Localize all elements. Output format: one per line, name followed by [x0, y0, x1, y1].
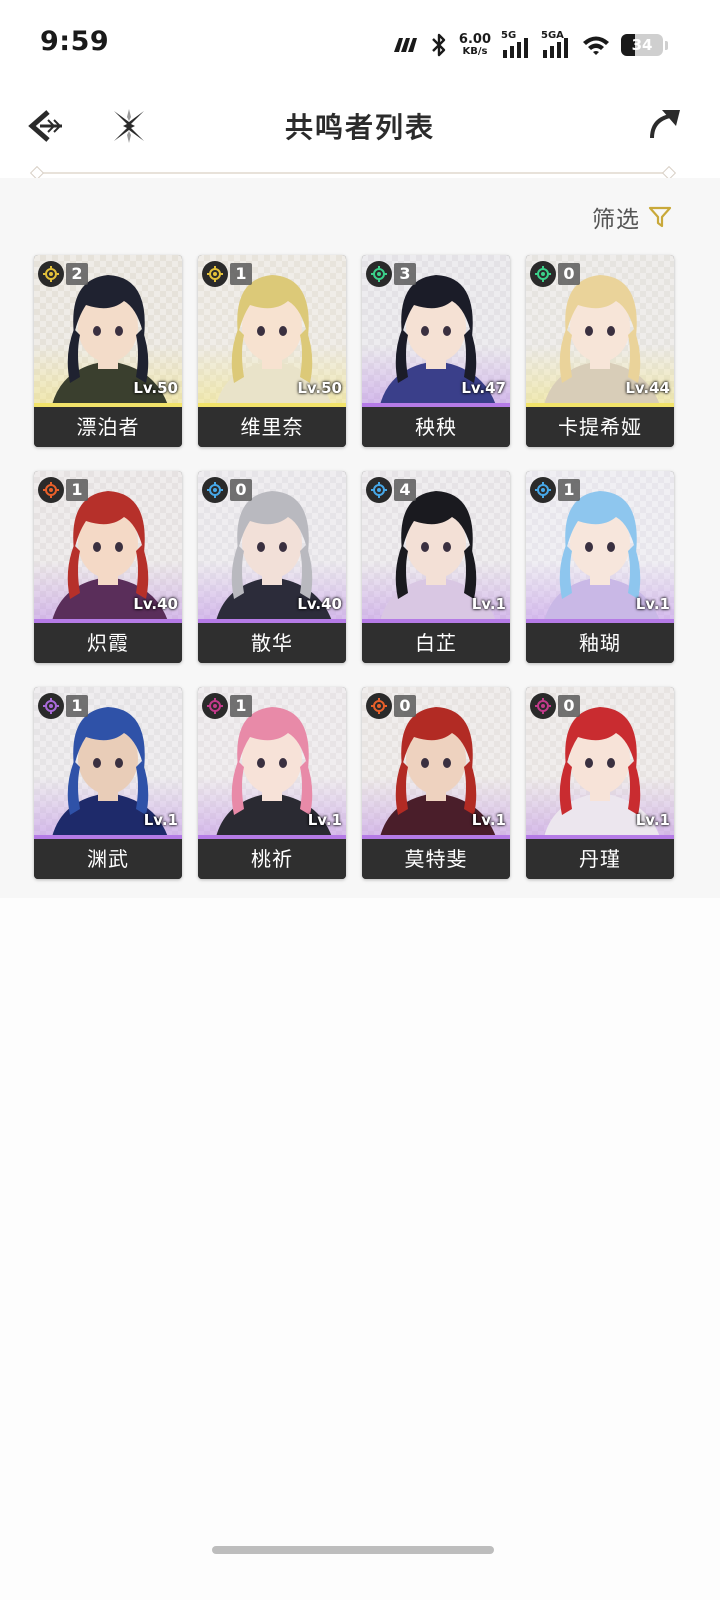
glacio-element-icon [202, 477, 228, 503]
havoc-element-icon [202, 693, 228, 719]
signal-icon: 5GA [541, 30, 571, 60]
status-icons: 6.00 KB/s 5G 5GA 34 [391, 28, 668, 62]
filter-label: 筛选 [592, 207, 640, 233]
character-name: 桃祈 [198, 839, 346, 879]
carrier-icon [393, 38, 417, 52]
spectro-element-icon [202, 261, 228, 287]
resonator-card[interactable]: 3 Lv.47 秧秧 [362, 255, 510, 447]
level-label: Lv.50 [297, 379, 342, 397]
level-label: Lv.1 [635, 595, 670, 613]
network-speed-unit: KB/s [462, 46, 488, 57]
sequence-badge: 1 [558, 479, 580, 501]
sequence-badge: 0 [230, 479, 252, 501]
home-indicator[interactable] [212, 1546, 494, 1554]
share-arrow-icon[interactable] [646, 106, 682, 142]
header-divider [36, 172, 670, 174]
glacio-element-icon [530, 477, 556, 503]
battery-level: 34 [631, 36, 653, 54]
network-speed-value: 6.00 [458, 32, 491, 47]
resonator-list-panel: 筛选 2 Lv.50 漂泊者 1 Lv.50 维里奈 3 Lv.47 秧秧 0 … [0, 178, 720, 898]
resonator-card[interactable]: 2 Lv.50 漂泊者 [34, 255, 182, 447]
level-label: Lv.1 [307, 811, 342, 829]
resonator-card[interactable]: 0 Lv.1 丹瑾 [526, 687, 674, 879]
sequence-badge: 0 [558, 263, 580, 285]
sequence-badge: 2 [66, 263, 88, 285]
aero-element-icon [530, 261, 556, 287]
spectro-element-icon [38, 261, 64, 287]
resonator-card[interactable]: 1 Lv.50 维里奈 [198, 255, 346, 447]
character-name: 秧秧 [362, 407, 510, 447]
level-label: Lv.40 [133, 595, 178, 613]
character-name: 釉瑚 [526, 623, 674, 663]
header: 共鸣者列表 [0, 90, 720, 178]
resonator-card[interactable]: 0 Lv.1 莫特斐 [362, 687, 510, 879]
level-label: Lv.44 [625, 379, 670, 397]
character-name: 漂泊者 [34, 407, 182, 447]
character-name: 莫特斐 [362, 839, 510, 879]
network-speed: 6.00 KB/s [459, 33, 491, 57]
sequence-badge: 4 [394, 479, 416, 501]
status-bar: 9:59 6.00 KB/s 5G 5GA 34 [0, 0, 720, 90]
sequence-badge: 0 [394, 695, 416, 717]
page-title: 共鸣者列表 [284, 111, 435, 144]
sequence-badge: 1 [66, 695, 88, 717]
electro-element-icon [38, 693, 64, 719]
character-name: 白芷 [362, 623, 510, 663]
level-label: Lv.1 [635, 811, 670, 829]
sequence-badge: 3 [394, 263, 416, 285]
character-name: 炽霞 [34, 623, 182, 663]
sequence-badge: 1 [66, 479, 88, 501]
level-label: Lv.1 [471, 595, 506, 613]
resonator-grid: 2 Lv.50 漂泊者 1 Lv.50 维里奈 3 Lv.47 秧秧 0 Lv.… [34, 255, 674, 879]
resonator-card[interactable]: 0 Lv.40 散华 [198, 471, 346, 663]
sequence-badge: 1 [230, 263, 252, 285]
aero-element-icon [366, 261, 392, 287]
level-label: Lv.50 [133, 379, 178, 397]
character-name: 散华 [198, 623, 346, 663]
resonator-card[interactable]: 0 Lv.44 卡提希娅 [526, 255, 674, 447]
filter-funnel-icon [648, 206, 672, 228]
fusion-element-icon [366, 693, 392, 719]
wifi-icon [583, 36, 609, 55]
battery-icon: 34 [621, 34, 663, 56]
character-name: 维里奈 [198, 407, 346, 447]
character-name: 渊武 [34, 839, 182, 879]
level-label: Lv.47 [461, 379, 506, 397]
havoc-element-icon [530, 693, 556, 719]
level-label: Lv.1 [143, 811, 178, 829]
filter-button[interactable]: 筛选 [592, 200, 672, 234]
bluetooth-icon [432, 33, 446, 57]
resonator-card[interactable]: 4 Lv.1 白芷 [362, 471, 510, 663]
sequence-badge: 1 [230, 695, 252, 717]
fusion-element-icon [38, 477, 64, 503]
signal-icon: 5G [501, 30, 531, 60]
resonator-card[interactable]: 1 Lv.40 炽霞 [34, 471, 182, 663]
level-label: Lv.1 [471, 811, 506, 829]
status-time: 9:59 [40, 26, 110, 57]
character-name: 丹瑾 [526, 839, 674, 879]
battery-tip [665, 40, 668, 50]
resonator-card[interactable]: 1 Lv.1 渊武 [34, 687, 182, 879]
resonator-card[interactable]: 1 Lv.1 桃祈 [198, 687, 346, 879]
resonator-card[interactable]: 1 Lv.1 釉瑚 [526, 471, 674, 663]
character-name: 卡提希娅 [526, 407, 674, 447]
level-label: Lv.40 [297, 595, 342, 613]
sequence-badge: 0 [558, 695, 580, 717]
glacio-element-icon [366, 477, 392, 503]
